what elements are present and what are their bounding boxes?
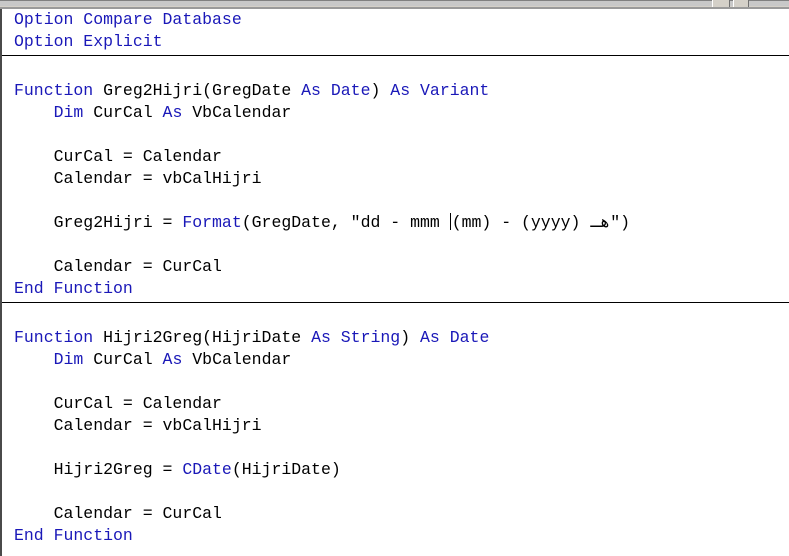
code-line[interactable]: Function Hijri2Greg(HijriDate As String)… — [2, 327, 789, 349]
code-editing-pane[interactable]: Option Compare Database Option Explicit F… — [0, 9, 789, 556]
code-text: (GregDate, "dd - mmm — [241, 213, 450, 232]
code-text: (HijriDate) — [231, 460, 341, 479]
code-keyword: As — [162, 103, 183, 122]
code-text: Calendar = vbCalHijri — [14, 169, 262, 188]
code-line[interactable] — [2, 481, 789, 503]
code-line[interactable]: Hijri2Greg = CDate(HijriDate) — [2, 459, 789, 481]
code-line[interactable] — [2, 547, 789, 556]
declarations-section[interactable]: Option Compare Database Option Explicit — [2, 9, 789, 53]
code-keyword: Function — [14, 81, 94, 100]
code-line[interactable]: Calendar = CurCal — [2, 256, 789, 278]
code-keyword: Variant — [420, 81, 490, 100]
code-text: CurCal — [83, 350, 163, 369]
code-line[interactable]: Calendar = vbCalHijri — [2, 415, 789, 437]
code-line[interactable]: Dim CurCal As VbCalendar — [2, 349, 789, 371]
code-keyword: Function — [14, 328, 94, 347]
code-keyword: Option Compare Database — [14, 10, 242, 29]
code-line[interactable] — [2, 305, 789, 327]
code-line[interactable] — [2, 234, 789, 256]
pane-splitter-bar[interactable] — [0, 0, 789, 9]
code-line[interactable]: Greg2Hijri = Format(GregDate, "dd - mmm … — [2, 212, 789, 234]
code-text: Greg2Hijri(GregDate — [93, 81, 302, 100]
code-keyword: Format — [182, 213, 242, 232]
code-keyword: Option Explicit — [14, 32, 163, 51]
vba-code-editor-window: Option Compare Database Option Explicit F… — [0, 0, 789, 556]
code-keyword: Dim — [53, 103, 84, 122]
code-text: CurCal = Calendar — [14, 394, 222, 413]
code-line[interactable] — [2, 437, 789, 459]
code-text: ) — [400, 328, 421, 347]
code-keyword: Dim — [53, 350, 84, 369]
code-text: Greg2Hijri = — [14, 213, 183, 232]
procedure-separator-2 — [2, 302, 789, 303]
code-text: ) — [370, 81, 391, 100]
code-text: Hijri2Greg = — [14, 460, 183, 479]
code-line[interactable]: Option Explicit — [2, 31, 789, 53]
code-line[interactable]: End Function — [2, 525, 789, 547]
code-text: VbCalendar — [182, 103, 292, 122]
code-keyword: As — [390, 81, 411, 100]
code-line[interactable] — [2, 58, 789, 80]
code-line[interactable]: Calendar = vbCalHijri — [2, 168, 789, 190]
code-line[interactable]: Option Compare Database — [2, 9, 789, 31]
code-text: Calendar = CurCal — [14, 504, 222, 523]
code-line[interactable]: Function Greg2Hijri(GregDate As Date) As… — [2, 80, 789, 102]
procedure-hijri2greg[interactable]: Function Hijri2Greg(HijriDate As String)… — [2, 305, 789, 556]
code-line[interactable]: Calendar = CurCal — [2, 503, 789, 525]
code-keyword: CDate — [182, 460, 232, 479]
code-keyword: As — [420, 328, 440, 347]
code-line[interactable]: Dim CurCal As VbCalendar — [2, 102, 789, 124]
code-text: Calendar = CurCal — [14, 257, 222, 276]
code-line[interactable]: CurCal = Calendar — [2, 146, 789, 168]
text-caret — [449, 213, 451, 230]
code-text: (mm) - (yyyy) هـ") — [451, 213, 630, 232]
code-text: CurCal = Calendar — [14, 147, 222, 166]
code-keyword: As — [162, 350, 183, 369]
splitter-handle-left[interactable] — [712, 0, 730, 7]
procedure-greg2hijri[interactable]: Function Greg2Hijri(GregDate As Date) As… — [2, 58, 789, 300]
code-keyword: As — [311, 328, 331, 347]
splitter-handle-right[interactable] — [733, 0, 749, 7]
procedure-separator-1 — [2, 55, 789, 56]
splitter-face — [0, 1, 789, 6]
code-text: Calendar = vbCalHijri — [14, 416, 262, 435]
code-line[interactable]: CurCal = Calendar — [2, 393, 789, 415]
code-text: CurCal — [83, 103, 163, 122]
code-keyword: Date — [449, 328, 490, 347]
code-line[interactable]: End Function — [2, 278, 789, 300]
code-text: VbCalendar — [182, 350, 292, 369]
code-line[interactable] — [2, 371, 789, 393]
code-keyword: String — [340, 328, 401, 347]
code-keyword: End Function — [14, 526, 133, 545]
code-text: Hijri2Greg(HijriDate — [93, 328, 312, 347]
code-line[interactable] — [2, 190, 789, 212]
code-line[interactable] — [2, 124, 789, 146]
code-keyword: End Function — [14, 279, 133, 298]
code-keyword: Date — [330, 81, 371, 100]
code-keyword: As — [301, 81, 321, 100]
